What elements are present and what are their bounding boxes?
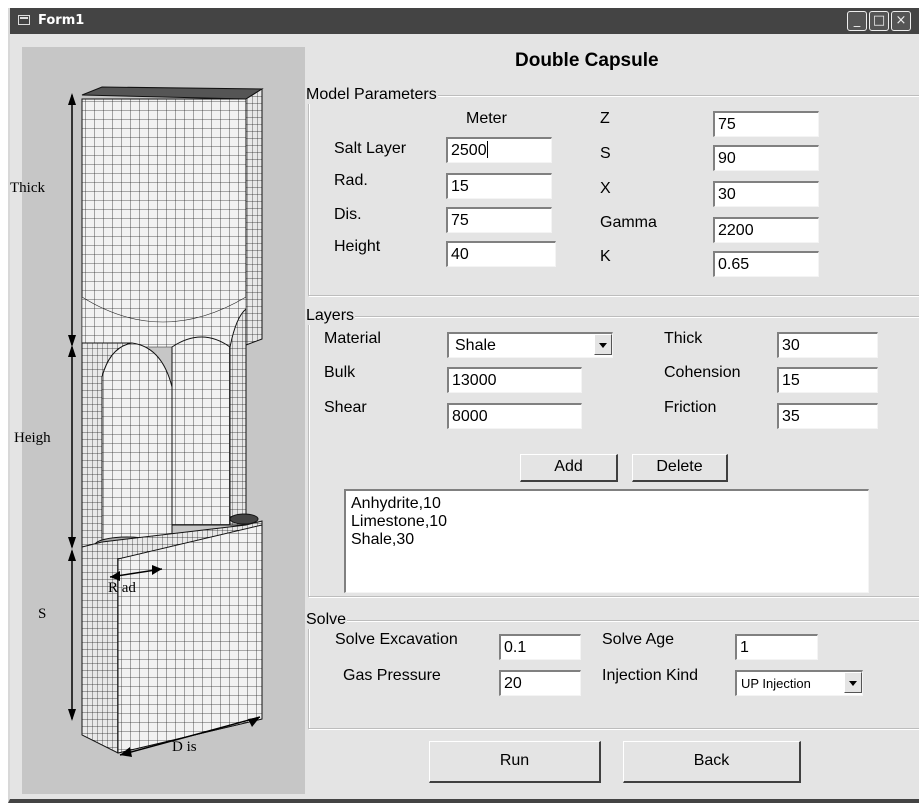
material-label: Material	[324, 330, 381, 347]
layers-legend: Layers	[305, 307, 356, 325]
rad-input[interactable]: 15	[446, 173, 552, 199]
x-input[interactable]: 30	[713, 181, 819, 207]
delete-layer-button[interactable]: Delete	[632, 454, 728, 482]
list-item[interactable]: Shale,30	[351, 531, 868, 549]
shear-input[interactable]: 8000	[447, 403, 582, 429]
z-input[interactable]: 75	[713, 111, 819, 137]
model-parameters-legend: Model Parameters	[305, 86, 438, 104]
height-label: Height	[334, 238, 381, 255]
solve-excavation-input[interactable]: 0.1	[499, 634, 581, 660]
s-input[interactable]: 90	[713, 145, 819, 171]
k-input[interactable]: 0.65	[713, 251, 819, 277]
chevron-down-icon[interactable]	[844, 672, 862, 693]
minimize-icon: _	[853, 13, 861, 28]
solve-age-input[interactable]: 1	[735, 634, 818, 660]
height-input[interactable]: 40	[446, 241, 556, 267]
chevron-down-icon[interactable]	[594, 334, 612, 355]
model-parameters-frame: Model Parameters	[305, 86, 919, 296]
model-image-panel	[22, 47, 305, 794]
z-label: Z	[600, 110, 610, 127]
bulk-label: Bulk	[324, 364, 356, 381]
form-window: Form1 _ □ × Thick Heigh S R ad D is Doub…	[8, 8, 919, 803]
friction-label: Friction	[664, 399, 717, 416]
dis-label: Dis.	[334, 206, 362, 223]
rad-dimension-label: R ad	[108, 580, 136, 596]
title-bar[interactable]: Form1 _ □ ×	[10, 8, 919, 34]
k-label: K	[600, 248, 611, 265]
thick-dimension-label: Thick	[10, 180, 45, 196]
material-select[interactable]: Shale	[447, 332, 613, 358]
gamma-input[interactable]: 2200	[713, 217, 819, 243]
salt-layer-input[interactable]: 2500	[446, 137, 552, 163]
solve-excavation-label: Solve Excavation	[335, 631, 458, 648]
gas-pressure-input[interactable]: 20	[499, 670, 581, 696]
thick-input[interactable]: 30	[777, 332, 878, 358]
solve-age-label: Solve Age	[602, 631, 675, 648]
x-label: X	[600, 180, 611, 197]
gas-pressure-label: Gas Pressure	[343, 667, 441, 684]
shear-label: Shear	[324, 399, 367, 416]
add-layer-button[interactable]: Add	[520, 454, 618, 482]
cohesion-input[interactable]: 15	[777, 367, 878, 393]
maximize-button[interactable]: □	[869, 11, 889, 31]
list-item[interactable]: Limestone,10	[351, 513, 868, 531]
s-label: S	[600, 145, 611, 162]
injection-kind-select[interactable]: UP Injection	[735, 670, 863, 696]
close-icon: ×	[895, 13, 907, 28]
friction-input[interactable]: 35	[777, 403, 878, 429]
solve-legend: Solve	[305, 611, 348, 629]
run-button[interactable]: Run	[429, 741, 601, 783]
layers-list[interactable]: Anhydrite,10 Limestone,10 Shale,30	[344, 489, 869, 593]
minimize-button[interactable]: _	[847, 11, 867, 31]
bulk-input[interactable]: 13000	[447, 367, 582, 393]
dis-input[interactable]: 75	[446, 207, 552, 233]
salt-layer-label: Salt Layer	[334, 140, 407, 157]
height-dimension-label: Heigh	[14, 430, 51, 446]
back-button[interactable]: Back	[623, 741, 801, 783]
maximize-icon: □	[872, 13, 886, 28]
gamma-label: Gamma	[600, 214, 657, 231]
meter-header: Meter	[466, 110, 507, 127]
form-icon[interactable]	[18, 15, 30, 25]
list-item[interactable]: Anhydrite,10	[351, 495, 868, 513]
rad-label: Rad.	[334, 172, 368, 189]
cohesion-label: Cohension	[664, 364, 741, 381]
thick-label: Thick	[664, 330, 703, 347]
injection-kind-label: Injection Kind	[602, 667, 699, 684]
dis-dimension-label: D is	[172, 739, 197, 755]
double-capsule-mesh-image	[68, 86, 264, 757]
s-dimension-label: S	[38, 606, 47, 622]
form-title: Double Capsule	[515, 50, 659, 71]
close-button[interactable]: ×	[891, 11, 911, 31]
window-title: Form1	[38, 13, 85, 28]
